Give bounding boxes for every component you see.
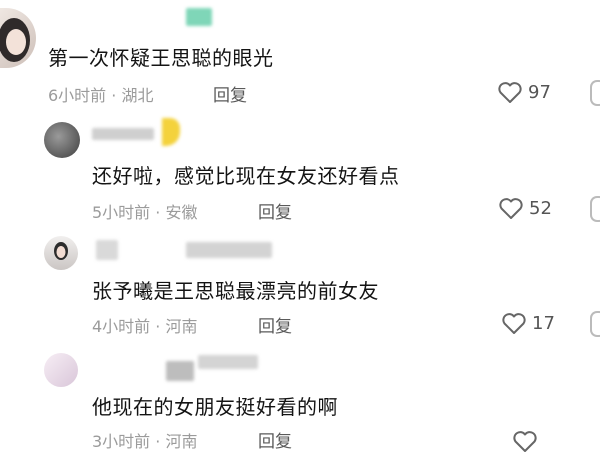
- comment-text: 他现在的女朋友挺好看的啊: [92, 395, 338, 419]
- scroll-edge: [590, 80, 600, 106]
- sticker-blur: [162, 118, 180, 146]
- username-blur: [198, 355, 258, 369]
- like-button[interactable]: 17: [501, 311, 555, 335]
- comment-time: 5小时前: [92, 203, 151, 222]
- avatar[interactable]: [44, 236, 78, 270]
- like-button[interactable]: 97: [497, 80, 551, 104]
- comment-meta: 6小时前 · 湖北: [48, 82, 153, 106]
- comment-item: 第一次怀疑王思聪的眼光 6小时前 · 湖北 回复 97: [0, 0, 600, 110]
- comment-text: 第一次怀疑王思聪的眼光: [48, 46, 274, 70]
- scroll-edge: [590, 311, 600, 337]
- comment-meta: 5小时前 · 安徽: [92, 199, 197, 223]
- meta-separator: ·: [150, 317, 166, 336]
- username-blur: [186, 242, 272, 258]
- avatar[interactable]: [0, 8, 36, 68]
- comment-location: 湖北: [121, 86, 154, 105]
- like-count: 17: [532, 312, 555, 334]
- comment-meta: 4小时前 · 河南: [92, 313, 197, 337]
- reply-button[interactable]: 回复: [258, 312, 292, 337]
- comment-time: 6小时前: [48, 86, 107, 105]
- scroll-edge: [590, 196, 600, 222]
- like-count: 52: [529, 197, 552, 219]
- comment-item: 他现在的女朋友挺好看的啊 3小时前 · 河南 回复: [0, 345, 600, 452]
- comment-time: 3小时前: [92, 432, 151, 451]
- reply-button[interactable]: 回复: [258, 198, 292, 223]
- comment-location: 河南: [165, 432, 198, 451]
- username-blur: [92, 128, 154, 140]
- meta-separator: ·: [150, 203, 166, 222]
- meta-separator: ·: [106, 86, 122, 105]
- comment-time: 4小时前: [92, 317, 151, 336]
- like-button[interactable]: [512, 429, 543, 453]
- comment-text: 还好啦，感觉比现在女友还好看点: [92, 164, 400, 188]
- heart-outline-icon: [501, 311, 527, 335]
- comment-text: 张予曦是王思聪最漂亮的前女友: [92, 279, 379, 303]
- avatar[interactable]: [44, 353, 78, 387]
- reply-button[interactable]: 回复: [213, 81, 247, 106]
- comment-location: 河南: [165, 317, 198, 336]
- meta-separator: ·: [150, 432, 166, 451]
- heart-outline-icon: [497, 80, 523, 104]
- like-button[interactable]: 52: [498, 196, 552, 220]
- like-count: 97: [528, 81, 551, 103]
- heart-outline-icon: [498, 196, 524, 220]
- comment-location: 安徽: [165, 203, 198, 222]
- avatar[interactable]: [44, 122, 80, 158]
- comment-item: 还好啦，感觉比现在女友还好看点 5小时前 · 安徽 回复 52: [0, 110, 600, 223]
- username-blur: [186, 8, 212, 26]
- reply-button[interactable]: 回复: [258, 427, 292, 452]
- username-blur: [166, 361, 194, 381]
- comment-meta: 3小时前 · 河南: [92, 428, 197, 452]
- username-blur: [96, 240, 118, 260]
- heart-outline-icon: [512, 429, 538, 453]
- comment-item: 张予曦是王思聪最漂亮的前女友 4小时前 · 河南 回复 17: [0, 228, 600, 338]
